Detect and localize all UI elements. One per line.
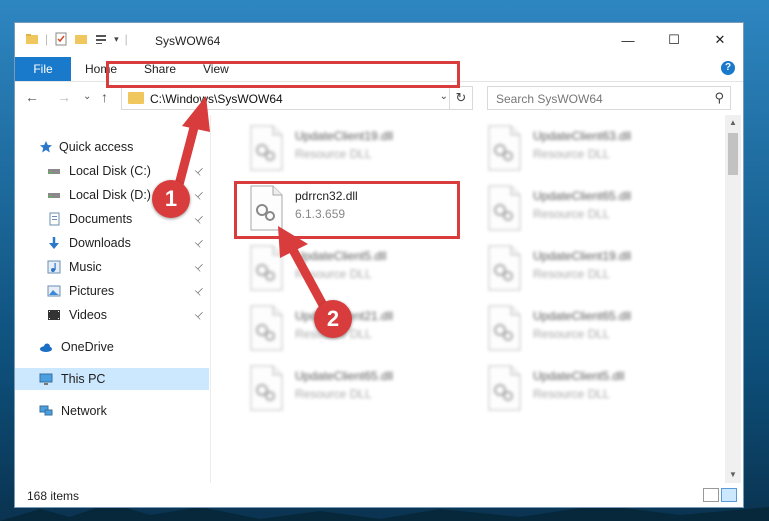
annotation-arrows xyxy=(171,96,335,323)
step-1-badge: 1 xyxy=(152,180,190,218)
step-2-badge: 2 xyxy=(314,300,352,338)
